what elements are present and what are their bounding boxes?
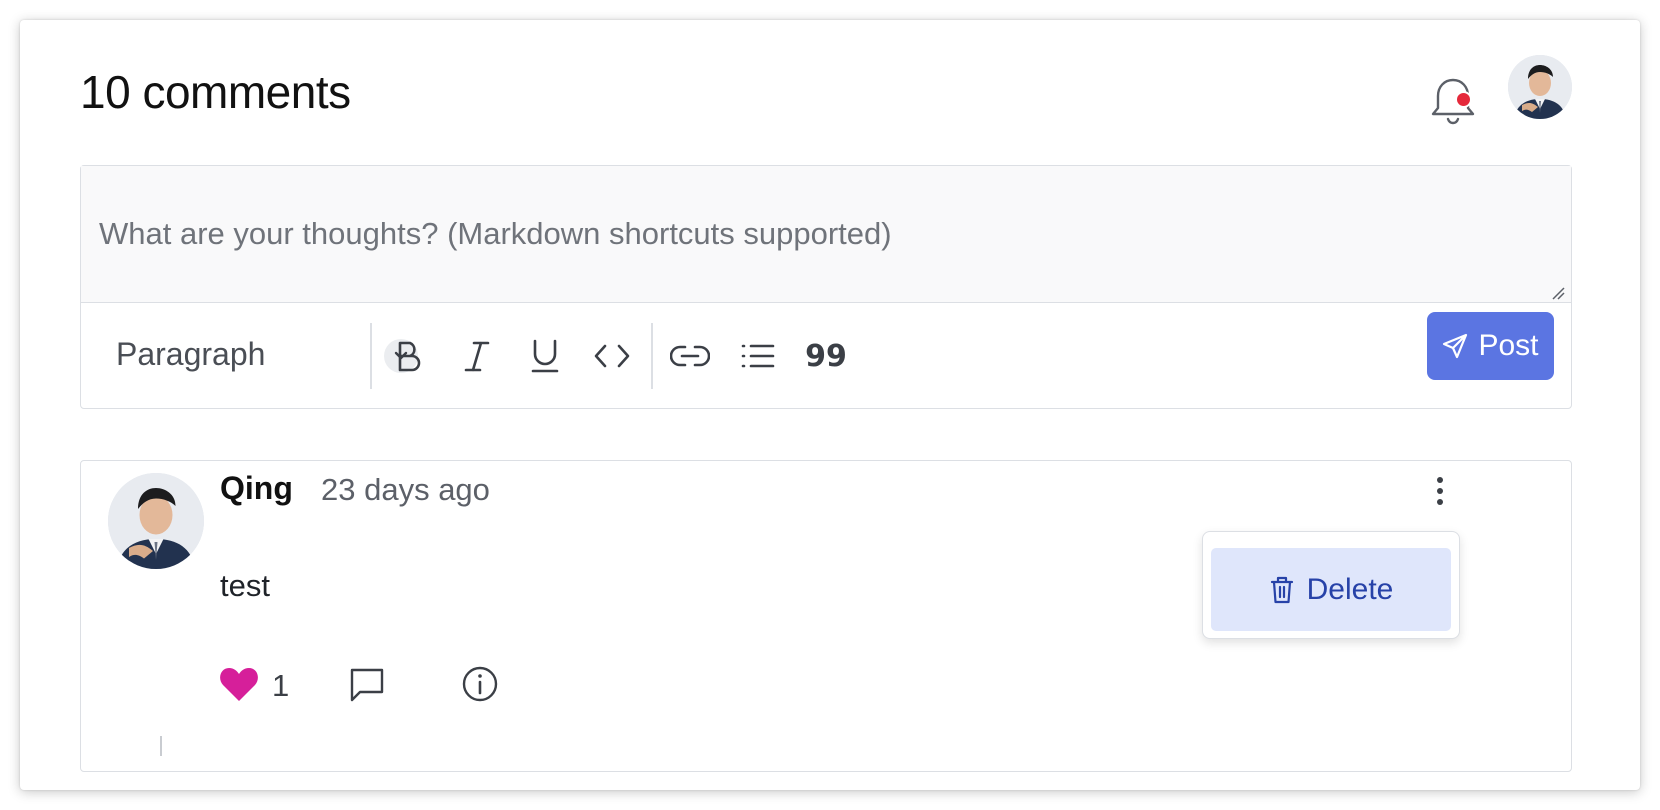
quote-button[interactable]: 99 — [804, 334, 848, 378]
toolbar-divider — [651, 323, 653, 389]
comments-panel: 10 comments What are your thoughts? (Mar… — [20, 20, 1640, 790]
list-icon — [741, 344, 775, 368]
underline-button[interactable] — [523, 334, 567, 378]
comment-author-avatar[interactable] — [108, 473, 204, 569]
quote-icon: 99 — [805, 338, 847, 374]
post-label: Post — [1478, 329, 1539, 362]
bell-icon — [1431, 78, 1475, 125]
comment-body: test — [220, 568, 270, 603]
list-button[interactable] — [736, 334, 780, 378]
notifications-button[interactable] — [1425, 70, 1481, 130]
thread-line — [160, 736, 162, 756]
resize-handle-icon[interactable] — [1551, 286, 1565, 300]
link-button[interactable] — [668, 334, 712, 378]
code-button[interactable] — [590, 334, 634, 378]
toolbar-divider — [370, 323, 372, 389]
comment-input[interactable]: What are your thoughts? (Markdown shortc… — [81, 166, 1571, 303]
user-avatar[interactable] — [1508, 55, 1572, 119]
info-icon — [462, 666, 498, 702]
post-button[interactable]: Post — [1427, 312, 1554, 380]
like-button[interactable] — [218, 664, 260, 704]
like-count: 1 — [272, 668, 290, 703]
comment-menu-button[interactable] — [1428, 472, 1452, 512]
comment-editor: What are your thoughts? (Markdown shortc… — [80, 165, 1572, 409]
heart-icon — [220, 668, 258, 701]
comment-icon — [350, 668, 384, 702]
block-type-select[interactable]: Paragraph — [116, 336, 265, 373]
delete-label: Delete — [1306, 572, 1394, 606]
avatar-image — [1508, 55, 1572, 119]
comment-menu: Delete — [1202, 531, 1460, 639]
comment-time: 23 days ago — [321, 472, 490, 507]
info-button[interactable] — [460, 664, 500, 704]
italic-button[interactable] — [455, 334, 499, 378]
more-vertical-icon — [1437, 477, 1443, 505]
comment-author[interactable]: Qing — [220, 470, 293, 507]
bold-icon — [398, 341, 421, 372]
link-icon — [670, 345, 710, 367]
italic-icon — [464, 341, 490, 372]
underline-icon — [531, 339, 559, 373]
delete-menu-item[interactable]: Delete — [1211, 548, 1451, 631]
reply-button[interactable] — [348, 666, 386, 704]
send-icon — [1443, 333, 1468, 359]
page-title: 10 comments — [80, 66, 351, 118]
notification-dot — [1455, 91, 1472, 108]
trash-icon — [1270, 576, 1293, 603]
code-icon — [594, 344, 630, 368]
bold-button[interactable] — [387, 334, 431, 378]
avatar-image — [108, 473, 204, 569]
editor-toolbar: Paragraph 99 — [81, 304, 1571, 408]
